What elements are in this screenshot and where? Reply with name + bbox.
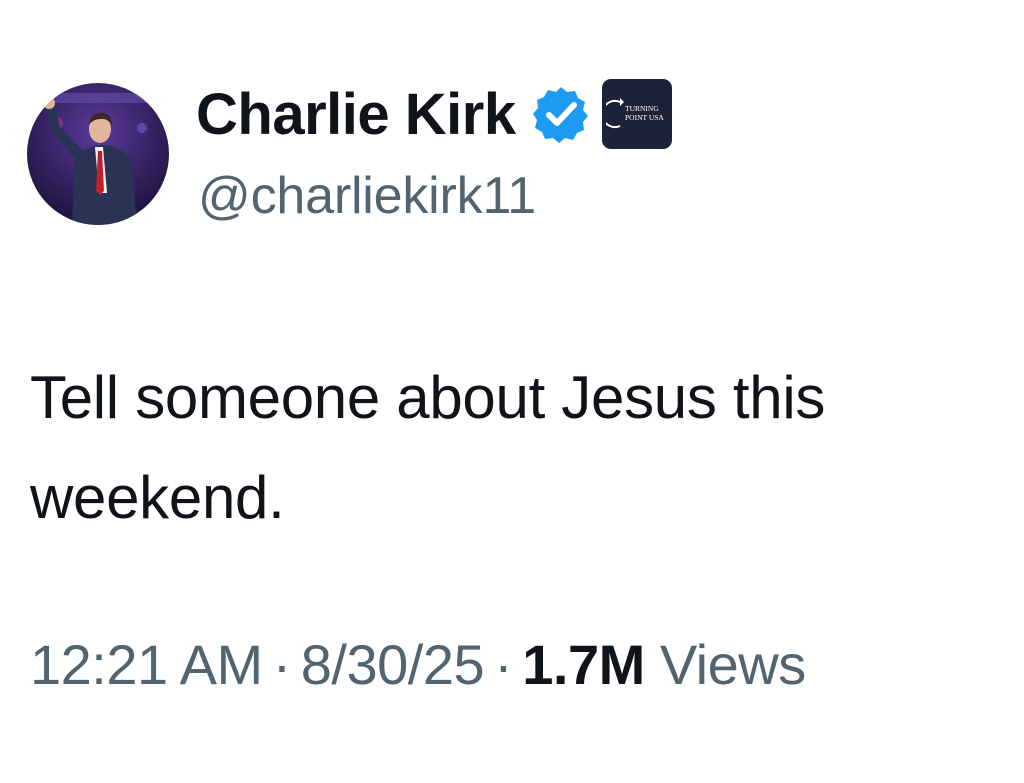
- svg-text:POINT USA: POINT USA: [625, 113, 664, 122]
- separator: ·: [272, 633, 292, 696]
- verified-badge-icon[interactable]: [532, 85, 590, 143]
- tweet-card: Charlie Kirk TURNING POINT USA @charliek…: [0, 0, 1024, 783]
- timestamp-date[interactable]: 8/30/25: [301, 633, 485, 696]
- tweet-metadata: 12:21 AM · 8/30/25 · 1.7M Views: [30, 632, 806, 697]
- tweet-text: Tell someone about Jesus this weekend.: [30, 364, 826, 531]
- display-name[interactable]: Charlie Kirk: [196, 81, 516, 148]
- views-count: 1.7M: [522, 633, 645, 696]
- views-label: Views: [659, 633, 806, 696]
- name-row: Charlie Kirk TURNING POINT USA: [196, 76, 672, 152]
- separator: ·: [494, 633, 513, 696]
- affiliate-logo[interactable]: TURNING POINT USA: [601, 79, 672, 149]
- timestamp-time[interactable]: 12:21 AM: [30, 633, 263, 696]
- user-handle[interactable]: @charliekirk11: [198, 166, 536, 226]
- avatar-photo: [27, 83, 169, 225]
- turning-point-logo-icon: TURNING POINT USA: [605, 98, 664, 128]
- svg-text:TURNING: TURNING: [625, 104, 659, 113]
- avatar[interactable]: [27, 83, 169, 225]
